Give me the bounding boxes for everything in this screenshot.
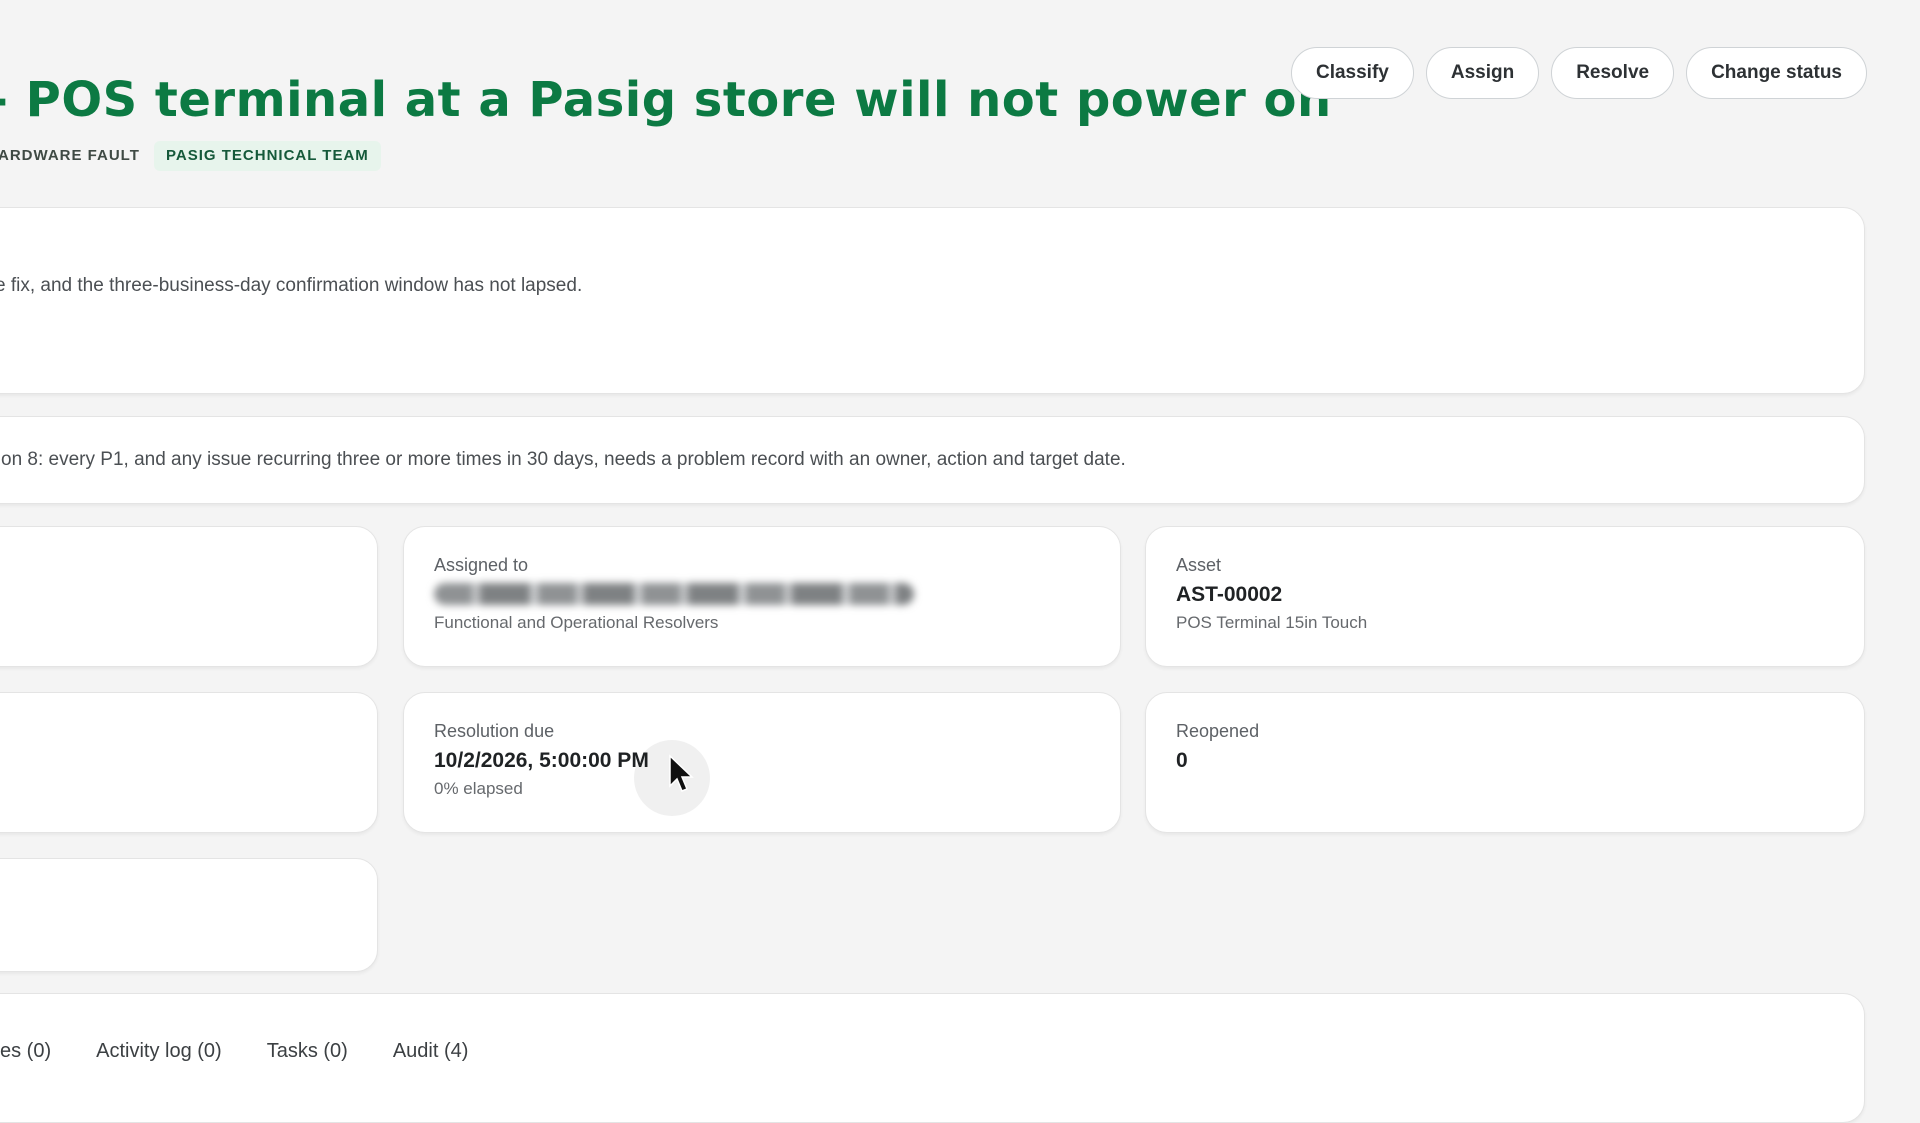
ticket-title: - POS terminal at a Pasig store will not…: [0, 72, 1332, 128]
assign-button[interactable]: Assign: [1425, 47, 1540, 99]
confirmation-text: e fix, and the three-business-day confir…: [0, 275, 583, 296]
action-toolbar: Classify Assign Resolve Change status: [1290, 47, 1867, 99]
tab-tasks[interactable]: Tasks (0): [267, 1040, 348, 1063]
assigned-group: Functional and Operational Resolvers: [434, 613, 719, 632]
assigned-to-label: Assigned to: [434, 555, 529, 575]
resolution-due-label: Resolution due: [434, 721, 555, 741]
assigned-to-card: Assigned to Functional and Operational R…: [403, 526, 1121, 667]
reopened-count: 0: [1176, 749, 1188, 772]
confirmation-banner: e fix, and the three-business-day confir…: [0, 207, 1865, 394]
resolution-due-value: 10/2/2026, 5:00:00 PM: [434, 749, 649, 772]
tab-audit[interactable]: Audit (4): [393, 1040, 469, 1063]
asset-label: Asset: [1176, 555, 1222, 575]
resolution-due-card: Resolution due 10/2/2026, 5:00:00 PM 0% …: [403, 692, 1121, 833]
asset-id[interactable]: AST-00002: [1176, 583, 1282, 607]
change-status-button[interactable]: Change status: [1686, 47, 1867, 99]
reopened-card: Reopened 0: [1145, 692, 1865, 833]
resolution-elapsed: 0% elapsed: [434, 779, 523, 798]
record-tabs: es (0) Activity log (0) Tasks (0) Audit …: [0, 1040, 513, 1063]
assignee-name-redacted: [434, 583, 914, 605]
resolve-button[interactable]: Resolve: [1551, 47, 1675, 99]
policy-text: on 8: every P1, and any issue recurring …: [1, 449, 1126, 470]
asset-description: POS Terminal 15in Touch: [1176, 613, 1368, 632]
category-tag: ARDWARE FAULT: [0, 147, 140, 164]
team-tag: PASIG TECHNICAL TEAM: [154, 141, 381, 171]
reopened-label: Reopened: [1176, 721, 1260, 741]
policy-banner: on 8: every P1, and any issue recurring …: [0, 416, 1865, 504]
tab-notes[interactable]: es (0): [0, 1040, 51, 1063]
detail-card-left-3: [0, 858, 378, 972]
mouse-pointer-icon: [634, 740, 710, 816]
detail-card-left-1: [0, 526, 378, 667]
detail-card-left-2: [0, 692, 378, 833]
asset-card: Asset AST-00002 POS Terminal 15in Touch: [1145, 526, 1865, 667]
tab-activity-log[interactable]: Activity log (0): [96, 1040, 222, 1063]
classify-button[interactable]: Classify: [1290, 47, 1414, 99]
